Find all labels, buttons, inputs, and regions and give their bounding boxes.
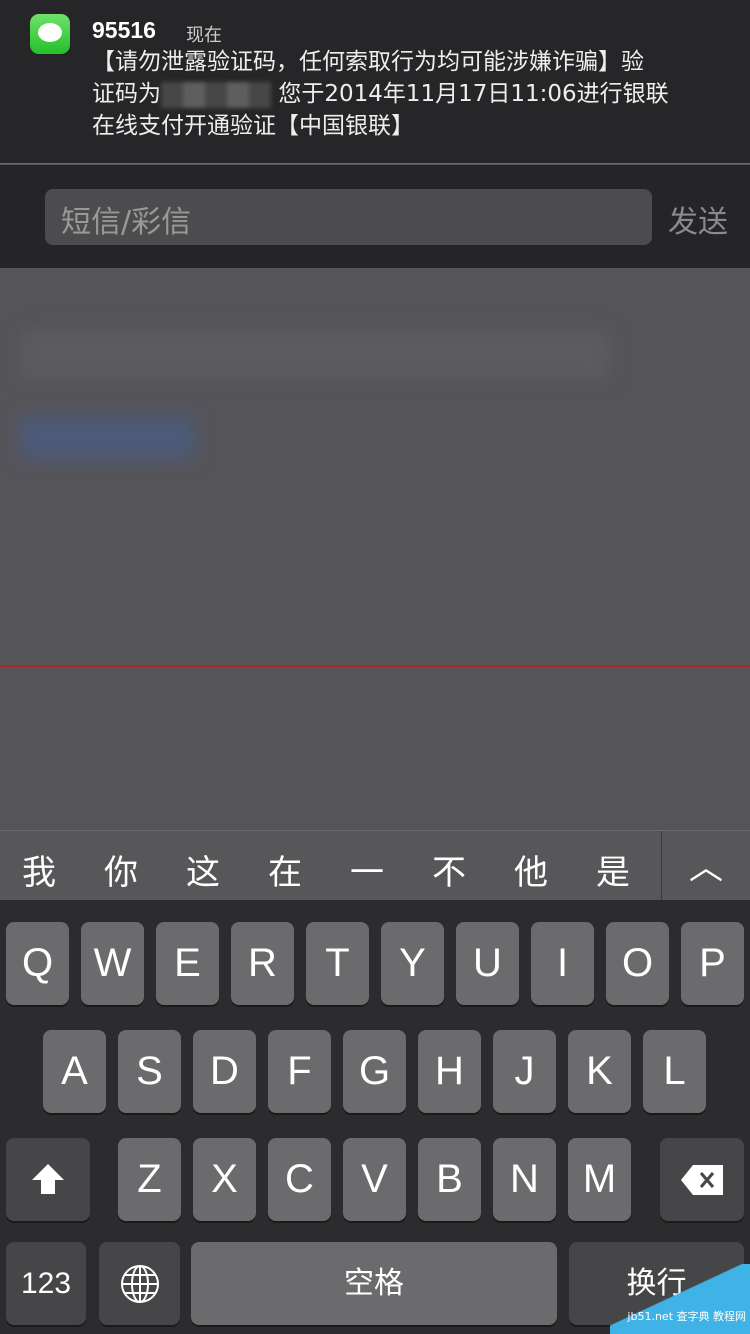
candidate[interactable]: 他 [514, 845, 548, 894]
key-c[interactable]: C [268, 1138, 331, 1221]
notification-banner[interactable]: 95516 现在 【请勿泄露验证码，任何索取行为均可能涉嫌诈骗】验 证码为 您于2… [0, 0, 750, 164]
divider [0, 666, 750, 667]
candidate[interactable]: 在 [268, 845, 302, 894]
key-x[interactable]: X [193, 1138, 256, 1221]
message-line: 在线支付开通验证【中国银联】 [92, 113, 414, 139]
numbers-key[interactable]: 123 [6, 1242, 86, 1325]
key-n[interactable]: N [493, 1138, 556, 1221]
message-text: 【请勿泄露验证码，任何索取行为均可能涉嫌诈骗】验 证码为 您于2014年11月17… [92, 46, 732, 142]
message-line: 您于2014年11月17日11:06进行银联 [278, 81, 669, 107]
key-g[interactable]: G [343, 1030, 406, 1113]
send-button[interactable]: 发送 [668, 197, 728, 241]
key-l[interactable]: L [643, 1030, 706, 1113]
key-i[interactable]: I [531, 922, 594, 1005]
key-v[interactable]: V [343, 1138, 406, 1221]
sender: 95516 [92, 17, 156, 43]
key-h[interactable]: H [418, 1030, 481, 1113]
globe-key[interactable] [99, 1242, 180, 1325]
candidate[interactable]: 不 [432, 845, 466, 894]
chevron-up-icon[interactable]: ︿ [661, 831, 750, 901]
message-line: 证码为 [92, 81, 161, 107]
reply-input[interactable]: 短信/彩信 [45, 189, 652, 245]
key-p[interactable]: P [681, 922, 744, 1005]
key-s[interactable]: S [118, 1030, 181, 1113]
candidate[interactable]: 是 [596, 845, 630, 894]
shift-icon [32, 1164, 64, 1194]
globe-icon [120, 1265, 159, 1303]
message-line: 【请勿泄露验证码，任何索取行为均可能涉嫌诈骗】验 [92, 49, 644, 75]
candidate-bar: 我 你 这 在 一 不 他 是 ︿ [0, 830, 750, 901]
backspace-key[interactable] [660, 1138, 744, 1221]
key-k[interactable]: K [568, 1030, 631, 1113]
key-r[interactable]: R [231, 922, 294, 1005]
key-e[interactable]: E [156, 922, 219, 1005]
keyboard: MNBVCXZLKJHGFDSAPOIUYTREWQ 123 空格 换行 jb5… [0, 900, 750, 1334]
key-w[interactable]: W [81, 922, 144, 1005]
key-y[interactable]: Y [381, 922, 444, 1005]
blurred-content [20, 330, 610, 380]
key-a[interactable]: A [43, 1030, 106, 1113]
candidate[interactable]: 这 [186, 845, 220, 894]
key-t[interactable]: T [306, 922, 369, 1005]
shift-key[interactable] [6, 1138, 90, 1221]
space-key[interactable]: 空格 [191, 1242, 557, 1325]
key-b[interactable]: B [418, 1138, 481, 1221]
redacted-code [161, 81, 271, 108]
key-u[interactable]: U [456, 922, 519, 1005]
candidate[interactable]: 你 [104, 845, 138, 894]
watermark: jb51.net 查字典 教程网 [610, 1264, 750, 1334]
key-z[interactable]: Z [118, 1138, 181, 1221]
blurred-content [20, 415, 195, 460]
key-o[interactable]: O [606, 922, 669, 1005]
key-j[interactable]: J [493, 1030, 556, 1113]
key-d[interactable]: D [193, 1030, 256, 1113]
key-f[interactable]: F [268, 1030, 331, 1113]
key-q[interactable]: Q [6, 922, 69, 1005]
reply-bar: 短信/彩信 发送 [0, 165, 750, 268]
candidate[interactable]: 一 [350, 845, 384, 894]
candidate[interactable]: 我 [22, 845, 56, 894]
backspace-icon [681, 1165, 723, 1195]
key-m[interactable]: M [568, 1138, 631, 1221]
messages-icon [30, 14, 70, 54]
timestamp: 现在 [186, 25, 222, 46]
